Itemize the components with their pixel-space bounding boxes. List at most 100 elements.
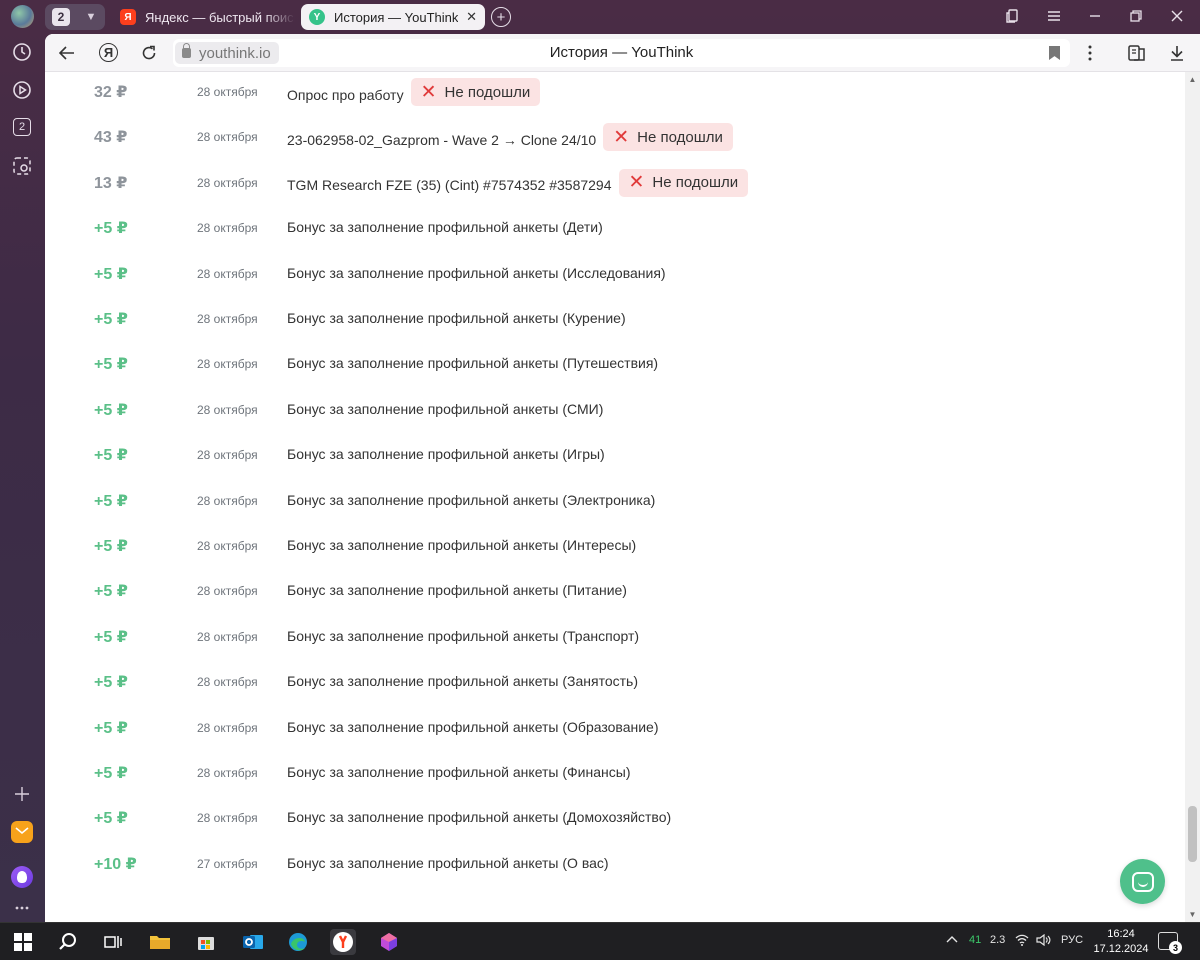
row-description-text: Бонус за заполнение профильной анкеты (К… [287,310,626,326]
add-panel-icon[interactable] [11,783,33,805]
row-description-text: Бонус за заполнение профильной анкеты (И… [287,537,637,553]
status-badge-label: Не подошли [637,128,723,146]
history-page: 32 ₽ 28 октября Опрос про работу ✕ Не подошл… [45,72,1185,922]
history-row: +5 ₽ 28 октября Бонус за заполнение профил… [45,708,1185,748]
row-amount: +5 ₽ [94,765,128,782]
screenshot-camera-icon[interactable] [11,155,33,177]
store-icon[interactable] [193,929,219,955]
tab-youthink[interactable]: Y История — YouThink ✕ [301,4,485,30]
language-indicator[interactable]: РУС [1061,934,1083,946]
status-badge-failed: ✕ Не подошли [603,123,733,152]
tray-temperature: 41 [969,934,982,946]
row-date: 28 октября [197,448,258,463]
row-description: Бонус за заполнение профильной анкеты (Э… [287,492,655,508]
scroll-up-icon[interactable]: ▲ [1188,75,1197,84]
history-clock-icon[interactable] [11,41,33,63]
row-description: Бонус за заполнение профильной анкеты (О… [287,719,658,735]
tabs-sidebar-icon[interactable]: 2 [13,118,31,136]
row-date: 28 октября [197,811,258,826]
more-vertical-icon[interactable] [1080,43,1100,63]
row-amount: +5 ₽ [94,356,128,374]
row-description-text: Бонус за заполнение профильной анкеты (И… [287,264,666,281]
menu-icon[interactable] [1044,6,1064,26]
gem-app-icon[interactable] [376,929,402,955]
alice-assistant-icon[interactable] [11,866,33,888]
row-amount: +5 ₽ [94,265,128,283]
system-clock[interactable]: 16:24 17.12.2024 [1086,927,1156,957]
more-dots-icon[interactable] [11,897,33,919]
tray-value: 2.3 [990,934,1006,946]
status-badge-failed: ✕ Не подошли [410,78,541,106]
task-view-icon[interactable] [100,929,126,955]
row-description: Бонус за заполнение профильной анкеты (К… [287,310,626,326]
notifications-icon[interactable]: 3 [1158,932,1182,954]
row-amount: +5 ₽ [94,628,128,646]
scroll-down-icon[interactable]: ▼ [1188,910,1197,919]
start-windows-icon[interactable] [10,929,36,955]
close-window-icon[interactable] [1167,6,1187,26]
history-row: +5 ₽ 28 октября Бонус за заполнение профил… [45,254,1185,294]
row-date: 28 октября [197,221,258,236]
new-tab-button[interactable]: + [491,7,511,27]
yandex-favicon-icon: Я [120,9,136,25]
history-row: +5 ₽ 28 октября Бонус за заполнение профил… [45,571,1185,611]
scrollbar-thumb[interactable] [1188,806,1197,862]
download-icon[interactable] [1167,43,1187,63]
tab-count-badge[interactable]: 2 [52,8,70,26]
page-title: История — YouThink [549,44,694,61]
row-description-text: Бонус за заполнение профильной анкеты (Э… [287,491,656,508]
wifi-icon[interactable] [1015,934,1029,949]
row-description-text: Бонус за заполнение профильной анкеты (З… [287,673,639,690]
history-row: 32 ₽ 28 октября Опрос про работу ✕ Не подошл… [45,72,1185,112]
row-date: 28 октября [197,584,258,599]
outlook-icon[interactable] [240,929,266,955]
edge-browser-icon[interactable] [285,929,311,955]
row-description-text: Бонус за заполнение профильной анкеты (Т… [287,627,640,644]
yandex-browser-taskbar-icon[interactable] [330,929,356,955]
mail-icon[interactable] [11,821,33,843]
chevron-down-icon[interactable]: ▼ [82,8,100,26]
tab-yandex[interactable]: Я Яндекс — быстрый поиск в интернете [112,4,298,30]
browser-content: Я youthink.io История — YouThink 32 ₽ 28 … [45,34,1200,922]
restore-icon[interactable] [1126,6,1146,26]
row-date: 28 октября [197,85,258,99]
close-tab-icon[interactable]: ✕ [466,9,477,25]
page-scrollbar[interactable]: ▲ ▼ [1185,72,1200,922]
collections-panel-icon[interactable] [1127,43,1147,63]
address-bar: Я youthink.io История — YouThink [45,34,1200,72]
row-description-text: TGM Research FZE (35) (Cint) #7574352 #3… [287,177,612,194]
support-chat-button[interactable] [1120,859,1165,904]
close-x-icon: ✕ [628,172,645,194]
row-amount: 13 ₽ [94,174,128,192]
file-explorer-icon[interactable] [147,929,173,955]
tray-expand-icon[interactable] [946,934,958,946]
collections-icon[interactable] [1003,6,1023,26]
row-amount: +5 ₽ [94,538,128,555]
volume-icon[interactable] [1036,933,1052,949]
row-description-text: Бонус за заполнение профильной анкеты (О… [287,854,609,871]
row-date: 28 октября [197,675,258,690]
row-amount: +5 ₽ [94,401,128,419]
row-description: Опрос про работу ✕ Не подошли [287,78,541,106]
profile-avatar[interactable] [11,5,34,28]
row-description-text: Бонус за заполнение профильной анкеты (Ф… [287,764,631,780]
yandex-button[interactable]: Я [99,43,118,62]
row-description-text: Бонус за заполнение профильной анкеты (С… [287,400,604,417]
back-arrow-icon[interactable] [57,43,77,63]
history-row: 13 ₽ 28 октября TGM Research FZE (35) (Cin… [45,163,1185,203]
history-row: +5 ₽ 28 октября Бонус за заполнение профил… [45,208,1185,248]
url-field[interactable]: youthink.io История — YouThink [173,39,1070,67]
search-icon[interactable] [55,929,81,955]
video-play-icon[interactable] [11,79,33,101]
row-description-text: Бонус за заполнение профильной анкеты (П… [287,355,659,372]
row-amount: +5 ₽ [94,674,128,692]
row-amount: +5 ₽ [94,583,128,601]
close-x-icon: ✕ [613,126,630,148]
row-description: Бонус за заполнение профильной анкеты (И… [287,446,605,462]
history-row: +5 ₽ 28 октября Бонус за заполнение профил… [45,526,1185,566]
row-description: 23-062958-02_Gazprom - Wave 2 → Clone 24… [287,123,733,152]
reload-icon[interactable] [139,43,159,63]
minimize-icon[interactable] [1085,6,1105,26]
history-row: 43 ₽ 28 октября 23-062958-02_Gazprom - Wav… [45,117,1185,157]
row-date: 28 октября [197,357,258,372]
